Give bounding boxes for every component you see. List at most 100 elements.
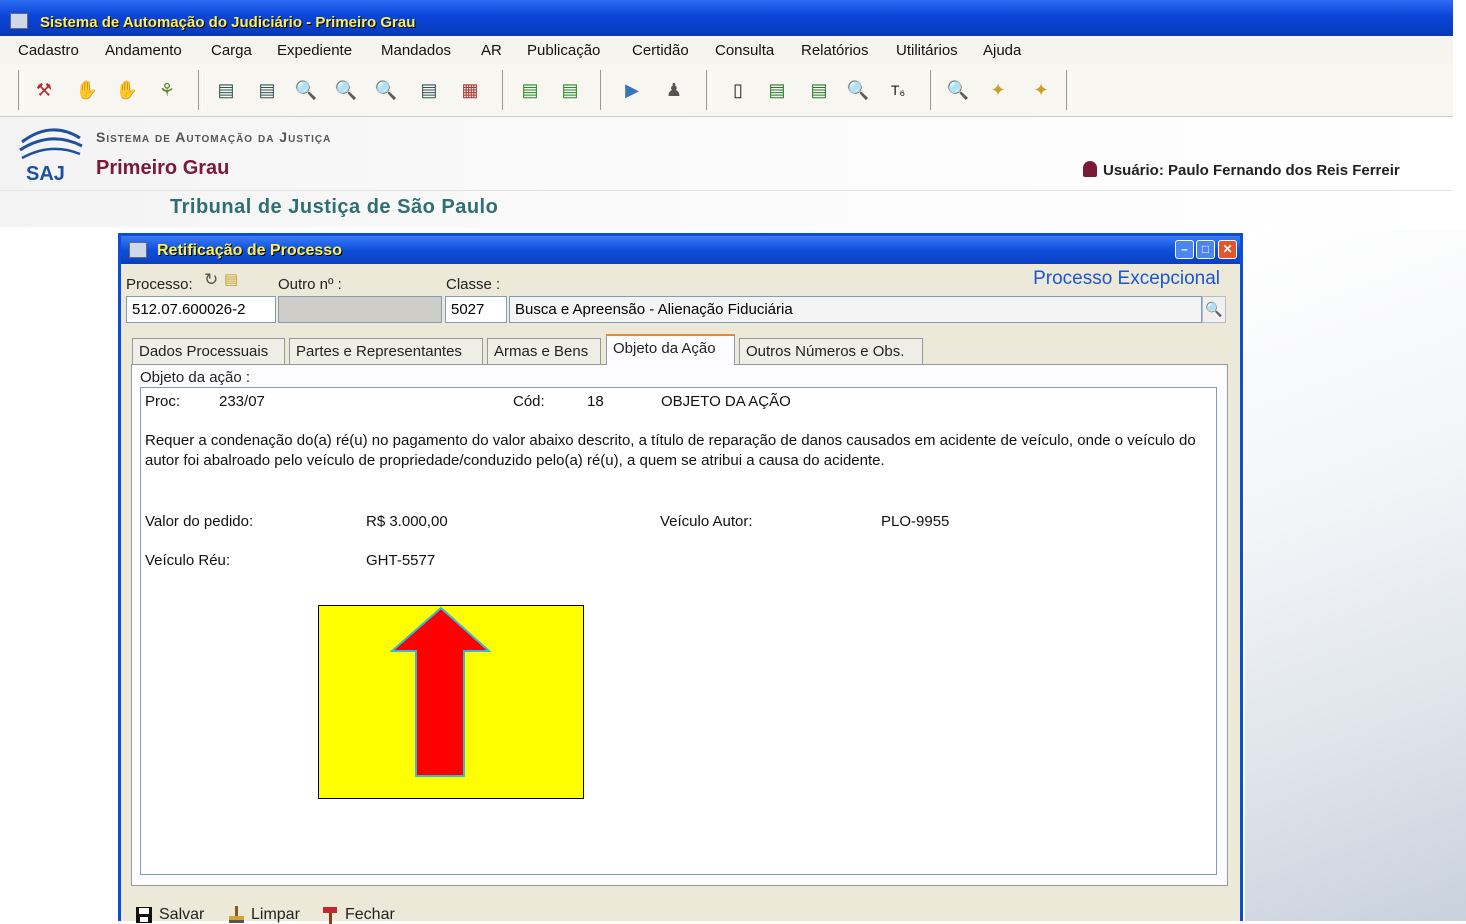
limpar-button[interactable]: Limpar [227,906,300,924]
menu-mandados[interactable]: Mandados [381,42,451,59]
classe-desc-field[interactable]: Busca e Apreensão - Alienação Fiduciária [509,296,1202,323]
toolbar-separator [706,70,711,110]
outro-label: Outro nº : [278,276,342,293]
valor-label: Valor do pedido: [145,513,254,530]
folder-open-icon[interactable]: ▶ [620,78,644,102]
hand-icon[interactable]: ✋ [75,78,99,102]
retificacao-dialog: Retificação de Processo – □ ✕ Processo: … [118,233,1243,924]
people-icon[interactable]: ♟ [662,78,686,102]
outro-numero-field[interactable] [278,296,442,323]
document-lock-icon[interactable]: ▤ [417,78,441,102]
document-find-icon[interactable]: 🔍 [334,78,358,102]
processo-label: Processo: [126,276,193,293]
veiculo-reu-label: Veículo Réu: [145,552,231,569]
app-titlebar: Sistema de Automação do Judiciário - Pri… [0,0,1453,36]
document-pick-icon[interactable]: ▤ [224,270,238,288]
veiculo-autor-label: Veículo Autor: [660,513,753,530]
document-edit-icon[interactable]: ▤ [255,78,279,102]
objeto-paragraph: Requer a condenação do(a) ré(u) no pagam… [145,432,1196,469]
page-icon[interactable]: ▯ [726,78,750,102]
tribunal-title: Tribunal de Justiça de São Paulo [170,196,499,218]
document-plus-icon[interactable]: ✦ [1029,78,1053,102]
user-name: Usuário: Paulo Fernando dos Reis Ferreir [1103,162,1400,179]
proc-label: Proc: [145,393,181,410]
salvar-label: Salvar [159,906,205,923]
limpar-label: Limpar [251,906,300,923]
hammer-icon [323,907,337,924]
tab-partes-representantes[interactable]: Partes e Representantes [289,338,483,364]
background-decoration [1245,230,1466,921]
hand-transfer-icon[interactable]: ✋ [115,78,139,102]
menu-cadastro[interactable]: Cadastro [18,42,79,59]
pages-green-icon[interactable]: ▤ [765,78,789,102]
menu-relatorios[interactable]: Relatórios [801,42,869,59]
dialog-icon [129,242,147,258]
menu-consulta[interactable]: Consulta [715,42,774,59]
document-search-icon[interactable]: 🔍 [294,78,318,102]
menu-ar[interactable]: AR [481,42,502,59]
tree-icon[interactable]: ⚘ [155,78,179,102]
toolbar-separator [600,70,605,110]
save-icon [136,907,152,923]
menu-ajuda[interactable]: Ajuda [983,42,1021,59]
app-title: Sistema de Automação do Judiciário - Pri… [40,14,416,31]
fechar-button[interactable]: Fechar [321,906,395,924]
objeto-heading: OBJETO DA AÇÃO [661,393,791,410]
close-button[interactable]: ✕ [1218,240,1237,259]
salvar-button[interactable]: Salvar [135,906,204,924]
search-icon[interactable]: 🔍 [1202,296,1226,323]
fechar-label: Fechar [345,906,395,923]
app-icon [10,13,28,29]
pages-stack-icon[interactable]: ▤ [807,78,831,102]
tab-armas-bens[interactable]: Armas e Bens [487,338,601,364]
menu-andamento[interactable]: Andamento [105,42,182,59]
toolbar: ⚒ ✋ ✋ ⚘ ▤ ▤ 🔍 🔍 🔍 ▤ ▦ ▤ ▤ ▶ ♟ ▯ ▤ ▤ 🔍 T₆… [0,64,1453,117]
processo-field[interactable]: 512.07.600026-2 [126,296,276,323]
processo-excepcional-status: Processo Excepcional [1033,268,1220,289]
document-zoom-icon[interactable]: 🔍 [374,78,398,102]
saj-logo: SAJ [19,128,83,184]
user-icon [1083,161,1097,177]
cod-label: Cód: [513,393,545,410]
tab-objeto-acao[interactable]: Objeto da Ação [606,334,735,365]
saj-logo-text: SAJ [26,163,65,184]
menu-certidao[interactable]: Certidão [632,42,689,59]
document-copy-icon[interactable]: ▤ [214,78,238,102]
menu-expediente[interactable]: Expediente [277,42,352,59]
tab-panel-objeto: Objeto da ação : Proc: 233/07 Cód: 18 OB… [131,364,1228,886]
document-back-icon[interactable]: ▤ [558,78,582,102]
classe-code-field[interactable]: 5027 [445,296,507,323]
menu-publicacao[interactable]: Publicação [527,42,600,59]
cod-value: 18 [587,393,604,410]
valor-value: R$ 3.000,00 [366,513,448,530]
minimize-button[interactable]: – [1175,240,1194,259]
menu-bar: Cadastro Andamento Carga Expediente Mand… [0,36,1453,65]
user-info: Usuário: Paulo Fernando dos Reis Ferreir [1083,161,1400,179]
menu-utilitarios[interactable]: Utilitários [896,42,958,59]
table-icon[interactable]: ▦ [458,78,482,102]
objeto-label: Objeto da ação : [140,369,251,386]
hammer-icon[interactable]: ⚒ [32,78,56,102]
toolbar-separator [198,70,203,110]
broom-icon [229,906,244,923]
toolbar-separator [1066,70,1071,110]
dialog-title: Retificação de Processo [157,242,342,259]
tab-dados-processuais[interactable]: Dados Processuais [132,338,285,364]
proc-value: 233/07 [219,393,265,410]
veiculo-autor-value: PLO-9955 [881,513,950,530]
maximize-button[interactable]: □ [1196,240,1215,259]
text-format-icon[interactable]: T₆ [886,78,910,102]
toolbar-separator [930,70,935,110]
toolbar-separator [18,70,23,110]
document-forward-icon[interactable]: ▤ [518,78,542,102]
tab-outros-numeros[interactable]: Outros Números e Obs. [739,338,923,364]
up-arrow-icon [389,606,492,777]
objeto-textarea[interactable]: Proc: 233/07 Cód: 18 OBJETO DA AÇÃO Requ… [140,387,1217,875]
document-star-icon[interactable]: ✦ [986,78,1010,102]
zoom-document-icon[interactable]: 🔍 [946,78,970,102]
refresh-icon[interactable]: ↻ [204,270,218,290]
preview-icon[interactable]: 🔍 [846,78,870,102]
classe-label: Classe : [446,276,501,293]
menu-carga[interactable]: Carga [211,42,252,59]
dialog-titlebar[interactable]: Retificação de Processo – □ ✕ [121,236,1240,264]
